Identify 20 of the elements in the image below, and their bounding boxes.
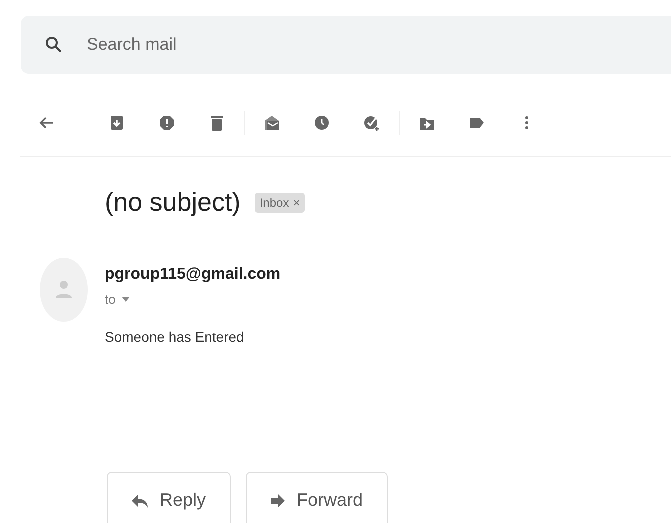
spam-icon[interactable] [158,114,176,132]
remove-label-button[interactable]: × [293,196,300,210]
caret-icon [122,297,130,302]
reply-icon [132,494,148,508]
envelope-icon[interactable] [263,114,281,132]
avatar-icon [40,258,88,322]
label-text: Inbox [260,196,290,210]
forward-button[interactable]: Forward [246,472,388,523]
archive-icon[interactable] [108,114,126,132]
recipient-dropdown[interactable]: to [105,292,130,307]
sender-email: pgroup115@gmail.com [105,266,281,284]
trash-icon[interactable] [208,114,226,132]
search-field[interactable]: Search mail [21,16,671,74]
clock-icon[interactable] [313,114,331,132]
task-icon[interactable] [363,114,381,132]
message-body: Someone has Entered [105,329,246,345]
search-icon [45,36,63,54]
arrow-icon [271,494,286,508]
reply-button[interactable]: Reply [107,472,232,523]
email-subject: (no subject) [105,187,241,218]
